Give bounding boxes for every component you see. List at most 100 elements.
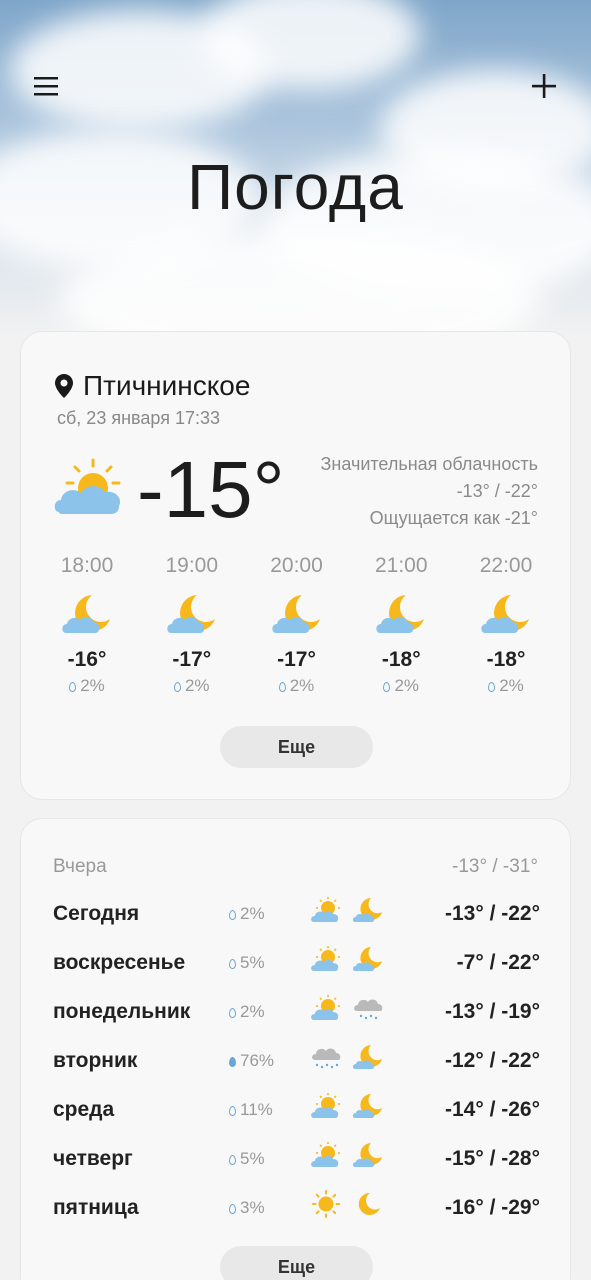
hourly-item: 19:00 -17° 2% (140, 554, 244, 696)
day-precipitation: 5% (229, 1149, 265, 1169)
hourly-item: 20:00 -17° 2% (245, 554, 349, 696)
location-name: Птичнинское (83, 370, 251, 401)
day-temperature-range: -7° / -22° (456, 951, 540, 974)
hour-temperature: -16° (67, 648, 107, 671)
snow-cloud-icon (354, 999, 383, 1020)
hourly-forecast[interactable]: 18:00 -16° 2% 19:00 -17° 2% 20:00 -17° 2… (35, 554, 558, 696)
partly-cloudy-day-icon (311, 897, 340, 922)
sun-icon (312, 1190, 340, 1218)
hour-precipitation: 2% (140, 676, 244, 696)
hour-temperature: -17° (277, 648, 316, 671)
daily-forecast-card[interactable]: Вчера -13° / -31° Сегодня 2% -13° / -22°… (20, 818, 571, 1280)
cloudy-night-icon (376, 595, 425, 633)
raindrop-icon (173, 682, 181, 692)
day-temperature-range: -14° / -26° (444, 1098, 540, 1121)
day-precipitation: 2% (229, 1002, 265, 1022)
day-precipitation: 5% (229, 953, 265, 973)
day-name: пятница (53, 1196, 139, 1219)
cloudy-night-icon (481, 595, 529, 633)
cloudy-night-icon (353, 1143, 382, 1167)
hourly-item: 18:00 -16° 2% (35, 554, 139, 696)
raindrop-icon (229, 1057, 236, 1067)
day-temperature-range: -15° / -28° (444, 1147, 540, 1170)
cloudy-night-icon (167, 595, 215, 633)
current-temperature: -15° (137, 445, 285, 534)
location-pin-icon (55, 374, 73, 398)
cloudy-night-icon (271, 595, 320, 633)
raindrop-icon (229, 1155, 236, 1165)
day-row[interactable]: понедельник 2% -13° / -19° (53, 992, 540, 1032)
day-name: Сегодня (53, 902, 140, 925)
hour-temperature: -17° (172, 648, 212, 671)
plus-icon (532, 74, 556, 98)
hourly-item: 21:00 -18° 2% (349, 554, 453, 696)
partly-cloudy-day-icon (53, 456, 127, 525)
raindrop-icon (278, 682, 286, 692)
hour-time: 22:00 (479, 554, 533, 577)
day-precipitation: 3% (229, 1198, 265, 1218)
moon-icon (358, 1192, 380, 1215)
day-name: понедельник (53, 1000, 191, 1023)
raindrop-icon (488, 682, 496, 692)
hourly-item: 22:00 -18° 2% (454, 554, 558, 696)
day-name: воскресенье (53, 951, 186, 974)
hour-time: 20:00 (270, 554, 323, 577)
partly-cloudy-day-icon (311, 1142, 340, 1167)
cloudy-night-icon (353, 898, 382, 922)
daily-more-button[interactable]: Еще (220, 1246, 373, 1280)
current-weather-card[interactable]: Птичнинское сб, 23 января 17:33 -15° Зна… (20, 331, 571, 800)
raindrop-icon (69, 682, 77, 692)
day-row[interactable]: пятница 3% -16° / -29° (53, 1188, 540, 1228)
hour-precipitation: 2% (349, 676, 453, 696)
hour-precipitation: 2% (454, 676, 558, 696)
yesterday-range: -13° / -31° (452, 856, 538, 877)
partly-cloudy-day-icon (311, 1093, 340, 1118)
day-row[interactable]: четверг 5% -15° / -28° (53, 1139, 540, 1179)
hamburger-icon (34, 77, 58, 96)
day-temperature-range: -13° / -19° (444, 1000, 540, 1023)
raindrop-icon (229, 959, 236, 969)
day-name: четверг (53, 1147, 133, 1170)
date-time: сб, 23 января 17:33 (57, 408, 220, 428)
day-precipitation: 11% (229, 1100, 273, 1120)
hour-precipitation: 2% (245, 676, 349, 696)
day-temperature-range: -13° / -22° (444, 902, 540, 925)
raindrop-icon (229, 1204, 236, 1214)
condition-text: Значительная облачность (320, 454, 538, 474)
day-row[interactable]: среда 11% -14° / -26° (53, 1090, 540, 1130)
partly-cloudy-day-icon (311, 995, 340, 1020)
cloudy-night-icon (353, 1094, 382, 1118)
location-row[interactable]: Птичнинское (55, 370, 250, 402)
day-precipitation: 2% (229, 904, 265, 924)
yesterday-label: Вчера (53, 856, 107, 877)
day-row[interactable]: Сегодня 2% -13° / -22° (53, 894, 540, 934)
day-precipitation: 76% (229, 1051, 274, 1071)
day-name: среда (53, 1098, 115, 1121)
raindrop-icon (229, 910, 236, 920)
hour-precipitation: 2% (35, 676, 139, 696)
hourly-more-button[interactable]: Еще (220, 726, 373, 768)
partly-cloudy-day-icon (311, 946, 340, 971)
raindrop-icon (229, 1106, 236, 1116)
day-temperature-range: -12° / -22° (444, 1049, 540, 1072)
day-row[interactable]: вторник 76% -12° / -22° (53, 1041, 540, 1081)
feels-like-text: Ощущается как -21° (369, 508, 538, 528)
menu-button[interactable] (22, 62, 70, 110)
hour-temperature: -18° (486, 648, 526, 671)
day-name: вторник (53, 1049, 138, 1072)
hour-temperature: -18° (381, 648, 421, 671)
cloudy-night-icon (62, 595, 110, 633)
hour-time: 19:00 (165, 554, 219, 577)
hour-time: 21:00 (374, 554, 428, 577)
cloudy-night-icon (353, 1045, 382, 1069)
hi-lo-temperature: -13° / -22° (456, 481, 538, 501)
snow-cloud-icon (312, 1048, 341, 1069)
page-title: Погода (187, 151, 404, 223)
cloudy-night-icon (353, 947, 382, 971)
raindrop-icon (383, 682, 391, 692)
add-location-button[interactable] (520, 62, 568, 110)
day-row[interactable]: воскресенье 5% -7° / -22° (53, 943, 540, 983)
raindrop-icon (229, 1008, 236, 1018)
hour-time: 18:00 (60, 554, 114, 577)
day-temperature-range: -16° / -29° (444, 1196, 540, 1219)
